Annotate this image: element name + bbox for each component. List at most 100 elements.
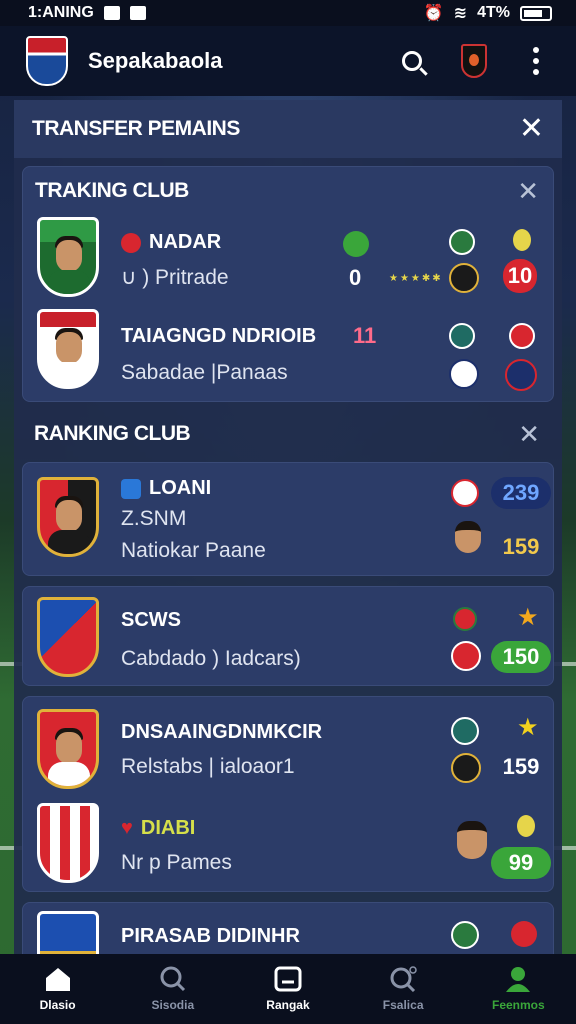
star-icon: ★	[517, 604, 539, 631]
club-name: DNSAAINGDNMKCIR	[121, 721, 323, 743]
club-crest-icon	[37, 477, 99, 557]
close-ranking-button[interactable]: ✕	[518, 421, 540, 447]
profile-icon	[506, 967, 531, 992]
search-icon	[402, 51, 422, 71]
club-mini-icon	[453, 607, 477, 631]
club-mini-icon	[449, 263, 479, 293]
more-options-button[interactable]	[516, 41, 556, 81]
club-subtitle: Z.SNM	[121, 507, 187, 530]
row-title: SCWS	[121, 609, 181, 632]
tracking-section-header: TRAKING CLUB ✕	[23, 167, 553, 215]
ranking-section-header: RANKING CLUB ✕	[22, 410, 554, 458]
player-avatar-icon	[457, 821, 487, 859]
status-right: ⏰ ≋ 4T%	[424, 3, 552, 23]
wifi-icon: ≋	[453, 5, 468, 22]
row-value: 0	[349, 265, 362, 290]
nav-fsalica[interactable]: Fsalica	[353, 966, 453, 1012]
club-crest-icon	[37, 309, 99, 389]
heart-icon: ♥	[121, 817, 133, 839]
ranking-card[interactable]: LOANI Z.SNM Natiokar Paane 239 159	[22, 462, 554, 576]
home-icon	[45, 968, 70, 991]
count-badge: 10	[503, 259, 537, 293]
ranking-row[interactable]: ♥ DIABI Nr p Pames 99	[23, 795, 553, 893]
app-title: Sepakabaola	[88, 48, 223, 73]
close-tracking-button[interactable]: ✕	[517, 178, 539, 204]
club-mini-icon	[451, 717, 479, 745]
club-mini-icon	[449, 323, 475, 349]
ranking-card[interactable]: SCWS Cabdado ) Iadcars) ★ 150	[22, 586, 554, 686]
status-bar: 1:ANING ⏰ ≋ 4T%	[0, 0, 576, 26]
message-icon	[129, 6, 146, 20]
club-mini-icon	[449, 229, 475, 255]
trophy-icon	[513, 229, 531, 251]
club-mini-icon	[451, 753, 481, 783]
rating-stars: ★★★✱✱	[389, 273, 443, 284]
club-name: NADAR	[149, 231, 222, 253]
panel-header: TRANSFER PEMAINS ✕	[14, 100, 562, 158]
gallery-icon	[103, 6, 120, 20]
search-button[interactable]	[392, 41, 432, 81]
club-dot-icon	[121, 232, 141, 253]
nav-home[interactable]: Dlasio	[8, 966, 108, 1012]
nav-rangak[interactable]: Rangak	[238, 966, 338, 1012]
app-logo	[26, 36, 68, 86]
star-icon: ★	[517, 714, 539, 741]
nav-label: Rangak	[266, 998, 310, 1012]
trophy-icon	[517, 815, 535, 837]
tv-icon	[274, 966, 302, 992]
club-mini-icon	[505, 359, 537, 391]
club-crest-icon	[37, 709, 99, 789]
battery-icon	[520, 5, 552, 21]
club-subtitle: Relstabs | ialoaor1	[121, 755, 295, 778]
club-crest-icon	[37, 217, 99, 297]
score-badge: 150	[491, 641, 551, 673]
ranking-card-group: DNSAAINGDNMKCIR Relstabs | ialoaor1 ★ 15…	[22, 696, 554, 892]
ranking-section-title: RANKING CLUB	[34, 422, 191, 445]
row-extra: 11	[353, 323, 377, 348]
club-crest-icon	[37, 803, 99, 883]
score-badge: 99	[491, 847, 551, 879]
score-badge: 159	[502, 534, 540, 559]
close-panel-button[interactable]: ✕	[519, 114, 544, 144]
row-title: ♥ DIABI	[121, 817, 195, 840]
score-badge: 159	[502, 754, 540, 779]
club-badge-button[interactable]	[454, 41, 494, 81]
alarm-icon: ⏰	[423, 5, 444, 22]
club-crest-icon	[37, 597, 99, 677]
player-avatar-icon	[455, 521, 481, 553]
nav-search[interactable]: Sisodia	[123, 966, 223, 1012]
status-left: 1:ANING	[28, 4, 146, 22]
nav-label: Dlasio	[39, 998, 76, 1012]
search-icon	[160, 966, 185, 992]
club-name: DIABI	[140, 817, 196, 839]
row-title: TAIAGNGD NDRIOIB	[121, 325, 316, 348]
panel-title: TRANSFER PEMAINS	[32, 117, 240, 140]
club-mini-icon	[511, 921, 537, 947]
club-shield-icon	[461, 44, 487, 78]
club-mini-icon	[509, 323, 535, 349]
club-name: LOANI	[149, 477, 212, 499]
tracking-row[interactable]: TAIAGNGD NDRIOIB 11 Sabadae |Panaas	[23, 309, 553, 403]
nav-label: Sisodia	[151, 998, 195, 1012]
club-mini-icon	[451, 479, 479, 507]
club-mini-icon	[449, 359, 479, 389]
app-bar: Sepakabaola	[0, 26, 576, 96]
tracking-row[interactable]: NADAR ∪ ) Pritrade 0 ★★★✱✱ 10	[23, 215, 553, 309]
club-crest-icon	[37, 911, 99, 959]
status-time: 1:ANING	[28, 4, 94, 21]
tracking-club-section: TRAKING CLUB ✕ NADAR ∪ ) Pritrade 0 ★★★✱…	[22, 166, 554, 402]
row-title: NADAR	[121, 231, 221, 254]
club-subtitle: Cabdado ) Iadcars)	[121, 647, 301, 670]
transfer-panel: TRANSFER PEMAINS ✕ TRAKING CLUB ✕ NADAR …	[14, 100, 562, 960]
battery-percent: 4T%	[477, 4, 510, 21]
club-subtitle: ∪ ) Pritrade	[121, 266, 229, 289]
nav-feenmos[interactable]: Feenmos	[468, 966, 568, 1012]
row-title: LOANI	[121, 477, 211, 500]
ranking-card[interactable]: PIRASAB DIDINHR	[22, 902, 554, 960]
club-name: PIRASAB DIDINHR	[121, 925, 300, 947]
club-subtitle: Natiokar Paane	[121, 539, 266, 562]
row-title: PIRASAB DIDINHR	[121, 925, 300, 948]
club-name: SCWS	[121, 609, 181, 631]
club-dot-icon	[121, 478, 141, 499]
ranking-row[interactable]: DNSAAINGDNMKCIR Relstabs | ialoaor1 ★ 15…	[23, 697, 553, 795]
